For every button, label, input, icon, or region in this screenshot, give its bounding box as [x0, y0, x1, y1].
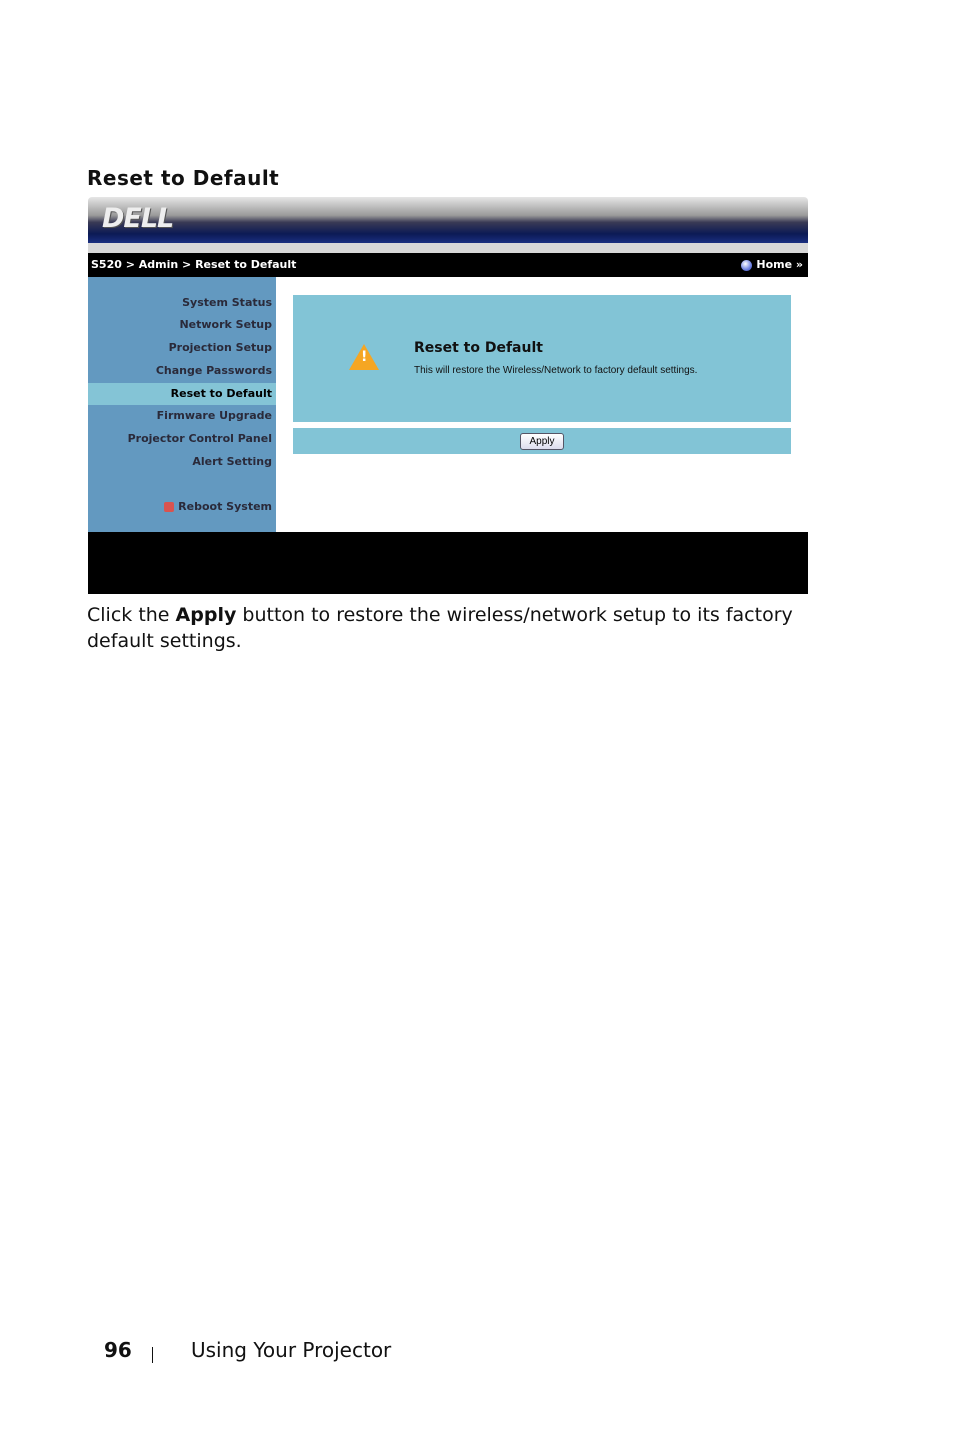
- web-ui-screenshot: DELL S520 > Admin > Reset to Default Hom…: [88, 197, 808, 594]
- sidebar-item-system-status[interactable]: System Status: [182, 296, 272, 309]
- sidebar-item-projection-setup[interactable]: Projection Setup: [169, 341, 272, 354]
- sidebar-item-change-passwords[interactable]: Change Passwords: [156, 364, 272, 377]
- apply-button[interactable]: Apply: [520, 433, 564, 450]
- sidebar-item-firmware-upgrade[interactable]: Firmware Upgrade: [157, 409, 272, 422]
- sidebar: System Status Network Setup Projection S…: [88, 277, 276, 532]
- body-paragraph: Click the Apply button to restore the wi…: [87, 604, 793, 652]
- divider: [152, 1347, 153, 1363]
- content-area: ! Reset to Default This will restore the…: [276, 277, 808, 532]
- home-link[interactable]: Home »: [741, 253, 803, 277]
- panel-title: Reset to Default: [414, 340, 543, 356]
- header-banner: DELL: [88, 197, 808, 243]
- dell-logo: DELL: [102, 203, 174, 234]
- sidebar-item-alert-setting[interactable]: Alert Setting: [192, 455, 272, 468]
- action-bar: Apply: [293, 428, 791, 454]
- reset-panel: ! Reset to Default This will restore the…: [293, 295, 791, 422]
- manual-page: Reset to Default DELL S520 > Admin > Res…: [0, 0, 954, 1432]
- section-heading: Reset to Default: [87, 166, 280, 190]
- footer-bar: [88, 532, 808, 594]
- sidebar-item-network-setup[interactable]: Network Setup: [179, 318, 272, 331]
- sidebar-item-projector-control-panel[interactable]: Projector Control Panel: [128, 432, 272, 445]
- sidebar-item-reset-to-default[interactable]: Reset to Default: [171, 387, 272, 400]
- breadcrumb: S520 > Admin > Reset to Default: [91, 258, 297, 271]
- warning-icon: !: [349, 344, 379, 370]
- section-name: Using Your Projector: [191, 1338, 392, 1362]
- power-icon: [164, 501, 175, 512]
- page-number: 96: [104, 1338, 132, 1362]
- sidebar-item-reboot-system[interactable]: Reboot System: [164, 500, 272, 513]
- globe-icon: [741, 259, 753, 271]
- panel-text: This will restore the Wireless/Network t…: [414, 365, 698, 376]
- breadcrumb-bar: S520 > Admin > Reset to Default Home »: [88, 253, 808, 277]
